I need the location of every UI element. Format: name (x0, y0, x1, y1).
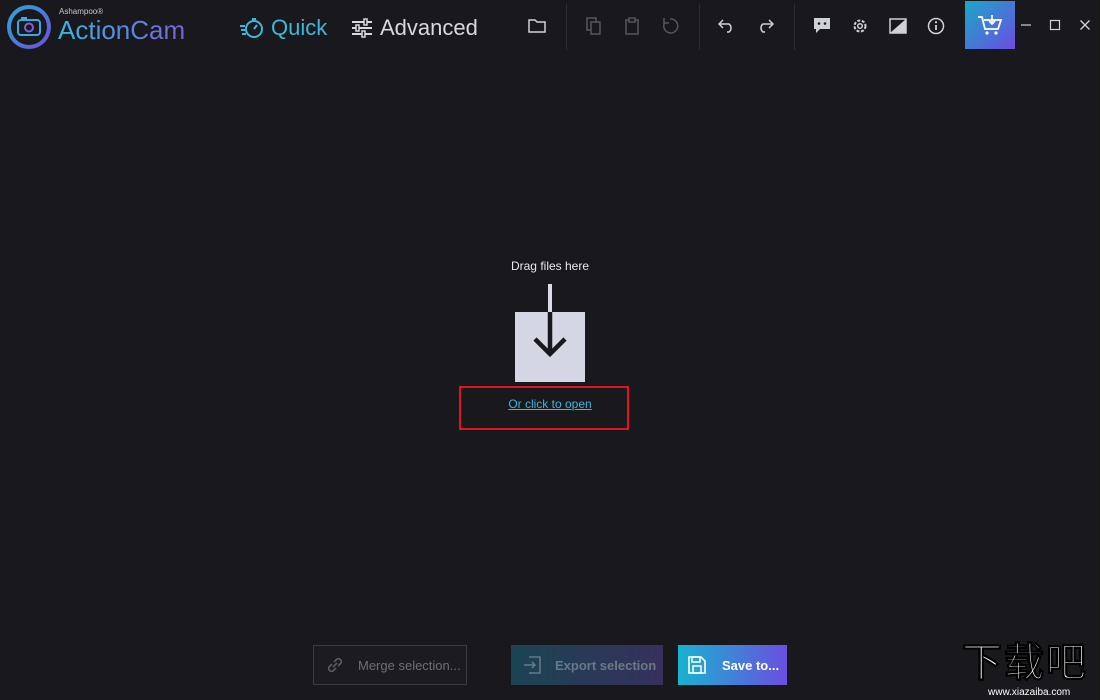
undo-icon (718, 19, 732, 33)
mode-quick-label: Quick (271, 15, 328, 40)
arrow-down-icon (533, 312, 567, 358)
undo-button[interactable] (711, 10, 743, 42)
close-button[interactable] (1071, 10, 1099, 40)
settings-icon (853, 19, 867, 33)
link-icon (327, 657, 343, 673)
folder-icon (528, 19, 546, 33)
redo-button[interactable] (749, 10, 781, 42)
open-folder-button[interactable] (521, 10, 553, 42)
app-title: ActionCam (58, 15, 186, 45)
site-watermark: 下载吧 www.xiazaiba.com (962, 640, 1098, 700)
mode-advanced-label: Advanced (380, 15, 478, 40)
save-to-button[interactable]: Save to... (678, 645, 787, 685)
toolbar-divider (794, 4, 795, 50)
redo-icon (760, 19, 774, 33)
reset-button[interactable] (654, 10, 686, 42)
feedback-button[interactable] (806, 10, 838, 42)
drop-arrow-stem (548, 284, 552, 314)
compare-icon (889, 18, 907, 34)
cart-icon (978, 15, 1003, 35)
compare-button[interactable] (882, 10, 914, 42)
minimize-icon (1021, 24, 1031, 26)
drop-hint-label: Drag files here (510, 259, 590, 273)
toolbar-divider (566, 4, 567, 50)
info-button[interactable] (920, 10, 952, 42)
copy-icon (586, 17, 601, 35)
paste-icon (625, 17, 639, 35)
reset-icon (663, 18, 679, 34)
watermark-url: www.xiazaiba.com (988, 687, 1071, 698)
buy-button[interactable] (965, 1, 1015, 49)
export-icon (524, 656, 541, 674)
info-icon (927, 17, 945, 35)
title-bar: Ashampoo® ActionCam Quick Advanced (0, 0, 1100, 56)
toolbar-divider (699, 4, 700, 50)
merge-selection-label: Merge selection... (358, 657, 461, 673)
paste-button[interactable] (616, 10, 648, 42)
maximize-icon (1049, 19, 1061, 31)
close-icon (1080, 20, 1090, 30)
sliders-icon (352, 18, 372, 38)
annotation-highlight-box (459, 386, 629, 430)
drop-target[interactable] (515, 312, 585, 382)
maximize-button[interactable] (1041, 10, 1069, 40)
watermark-logo-text: 下载吧 (962, 640, 1088, 687)
stopwatch-icon (240, 18, 263, 38)
settings-button[interactable] (844, 10, 876, 42)
app-logo (7, 5, 51, 49)
save-icon (688, 656, 706, 674)
export-selection-label: Export selection (555, 657, 657, 673)
feedback-icon (814, 18, 830, 33)
copy-button[interactable] (578, 10, 610, 42)
export-selection-button[interactable]: Export selection (511, 645, 663, 685)
merge-selection-button[interactable]: Merge selection... (313, 645, 467, 685)
save-to-label: Save to... (722, 657, 780, 673)
camera-icon (17, 17, 41, 36)
mode-advanced-tab[interactable]: Advanced (351, 14, 478, 42)
mode-quick-tab[interactable]: Quick (240, 14, 327, 42)
minimize-button[interactable] (1012, 10, 1040, 40)
